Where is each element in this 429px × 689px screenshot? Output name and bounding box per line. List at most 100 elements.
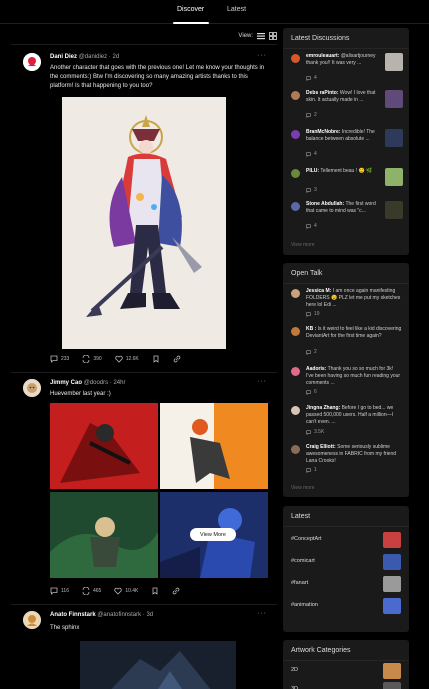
discussion-item[interactable]: Stone Abdullah: The first word that came… xyxy=(291,201,403,231)
tab-discover[interactable]: Discover xyxy=(177,6,204,13)
post-author: Dani Diez @danidiez · 2d xyxy=(50,54,120,60)
avatar xyxy=(291,202,300,211)
repost-count: 465 xyxy=(92,588,102,594)
discussion-item[interactable]: Aadoris: Thank you so so much for 3k! I'… xyxy=(291,366,403,398)
author-handle[interactable]: @danidiez xyxy=(79,54,107,60)
tag-item[interactable]: #comicart xyxy=(291,554,401,570)
open-talk-panel: Open Talk Jessica M: I am once again man… xyxy=(283,263,409,497)
avatar xyxy=(291,445,300,454)
author-name[interactable]: Dani Diez xyxy=(50,54,77,60)
repost-button[interactable]: 465 xyxy=(82,587,101,595)
discussion-text: KB : Is it weird to feel like a kid disc… xyxy=(306,326,402,339)
heart-icon xyxy=(114,355,123,363)
artwork-thumbnail xyxy=(383,532,401,548)
comment-button[interactable]: 233 xyxy=(50,355,69,363)
comment-icon xyxy=(306,75,311,81)
like-button[interactable]: 10.4K xyxy=(114,587,138,595)
tag-item[interactable]: #animation xyxy=(291,598,401,614)
post-artwork[interactable] xyxy=(80,641,236,689)
avatar[interactable] xyxy=(23,611,41,629)
view-more-link[interactable]: View more xyxy=(291,485,315,491)
post-artwork[interactable] xyxy=(62,97,226,349)
comment-icon xyxy=(50,587,58,595)
list-view-icon[interactable] xyxy=(257,32,265,40)
artwork-categories-panel: Artwork Categories 2D 3D xyxy=(283,640,409,689)
more-options-icon[interactable]: ··· xyxy=(257,378,267,385)
comment-count: 6 xyxy=(306,389,317,395)
active-tab-indicator xyxy=(173,22,209,24)
repost-button[interactable]: 390 xyxy=(82,355,102,363)
comment-count: 2 xyxy=(306,112,317,118)
post-author: Anato Finnstark @anatofinnstark · 3d xyxy=(50,612,154,618)
author-name[interactable]: Jimmy Cao xyxy=(50,380,82,386)
repost-icon xyxy=(82,355,90,363)
discussion-item[interactable]: Craig Elliott: Some seriously sublime aw… xyxy=(291,444,403,476)
artwork-thumbnail[interactable] xyxy=(160,403,268,489)
comment-icon xyxy=(306,389,311,395)
comment-count: 2 xyxy=(306,349,317,355)
category-item[interactable]: 2D xyxy=(291,663,401,679)
top-tab-bar: Discover Latest xyxy=(0,0,429,24)
discussion-text: Debs raPinto: Wow! I love that skin. It … xyxy=(306,90,376,103)
like-button[interactable]: 12.6K xyxy=(114,355,139,363)
heart-icon xyxy=(114,587,123,595)
tag-label: #comicart xyxy=(291,558,315,564)
comment-icon xyxy=(306,151,311,157)
panel-title: Open Talk xyxy=(291,270,323,277)
discussion-item[interactable]: KB : Is it weird to feel like a kid disc… xyxy=(291,326,403,358)
tag-item[interactable]: #fanart xyxy=(291,576,401,592)
more-options-icon[interactable]: ··· xyxy=(257,610,267,617)
discussion-item[interactable]: BranMcNobre: Incredible! The balance bet… xyxy=(291,129,403,159)
discussion-text: BranMcNobre: Incredible! The balance bet… xyxy=(306,129,375,142)
tab-latest[interactable]: Latest xyxy=(227,6,246,13)
artwork-thumbnail xyxy=(383,554,401,570)
like-count: 10.4K xyxy=(125,588,139,594)
post-text: The sphinx xyxy=(50,625,80,631)
tag-label: #fanart xyxy=(291,580,309,586)
comment-button[interactable]: 116 xyxy=(50,587,69,595)
discussion-item[interactable]: Jessica M: I am once again manifesting F… xyxy=(291,288,403,320)
share-link-button[interactable] xyxy=(172,587,180,595)
bookmark-button[interactable] xyxy=(152,355,160,363)
artwork-thumbnail xyxy=(383,576,401,592)
discussion-text: Jingna Zhang: Before I go to bed... we p… xyxy=(306,405,394,425)
discussion-item[interactable]: emrouleauart: @alisartjourney thank you!… xyxy=(291,53,403,83)
artwork-thumbnail[interactable] xyxy=(50,403,158,489)
avatar[interactable] xyxy=(23,53,41,71)
avatar[interactable] xyxy=(23,379,41,397)
divider xyxy=(283,48,409,49)
comment-count: 3 xyxy=(306,187,317,193)
character-illustration xyxy=(62,97,226,349)
like-count: 12.6K xyxy=(125,356,139,362)
tag-item[interactable]: #ConceptArt xyxy=(291,532,401,548)
post-text: Another character that goes with the pre… xyxy=(50,65,265,89)
post-author: Jimmy Cao @doodrs · 24hr xyxy=(50,380,126,386)
bookmark-button[interactable] xyxy=(151,587,159,595)
link-icon xyxy=(173,587,180,595)
post-actions: 116 465 10.4K xyxy=(50,587,193,595)
artwork-thumbnail[interactable] xyxy=(50,492,158,578)
discussion-text: PILU: Tellement beau ! 😊 🌿 xyxy=(306,168,373,174)
discussion-item[interactable]: Debs raPinto: Wow! I love that skin. It … xyxy=(291,90,403,120)
discussion-item[interactable]: Jingna Zhang: Before I go to bed... we p… xyxy=(291,405,403,437)
repost-count: 390 xyxy=(93,356,102,362)
artwork-thumbnail[interactable]: View More xyxy=(160,492,268,578)
view-more-link[interactable]: View more xyxy=(291,242,315,248)
view-more-button[interactable]: View More xyxy=(190,528,236,541)
artwork-thumbnail xyxy=(385,201,403,219)
more-options-icon[interactable]: ··· xyxy=(257,52,267,59)
latest-tags-panel: Latest #ConceptArt #comicart #fanart #an… xyxy=(283,506,409,632)
divider xyxy=(283,660,409,661)
discussion-item[interactable]: PILU: Tellement beau ! 😊 🌿 3 xyxy=(291,168,403,198)
author-name[interactable]: Anato Finnstark xyxy=(50,612,96,618)
author-handle[interactable]: @anatofinnstark xyxy=(97,612,141,618)
share-link-button[interactable] xyxy=(173,355,181,363)
category-label: 2D xyxy=(291,667,299,673)
author-handle[interactable]: @doodrs xyxy=(84,380,108,386)
divider xyxy=(283,526,409,527)
grid-view-icon[interactable] xyxy=(269,32,277,40)
link-icon xyxy=(173,355,181,363)
post-actions: 233 390 12.6K xyxy=(50,355,194,363)
comment-icon xyxy=(306,223,311,229)
comment-icon xyxy=(50,355,58,363)
